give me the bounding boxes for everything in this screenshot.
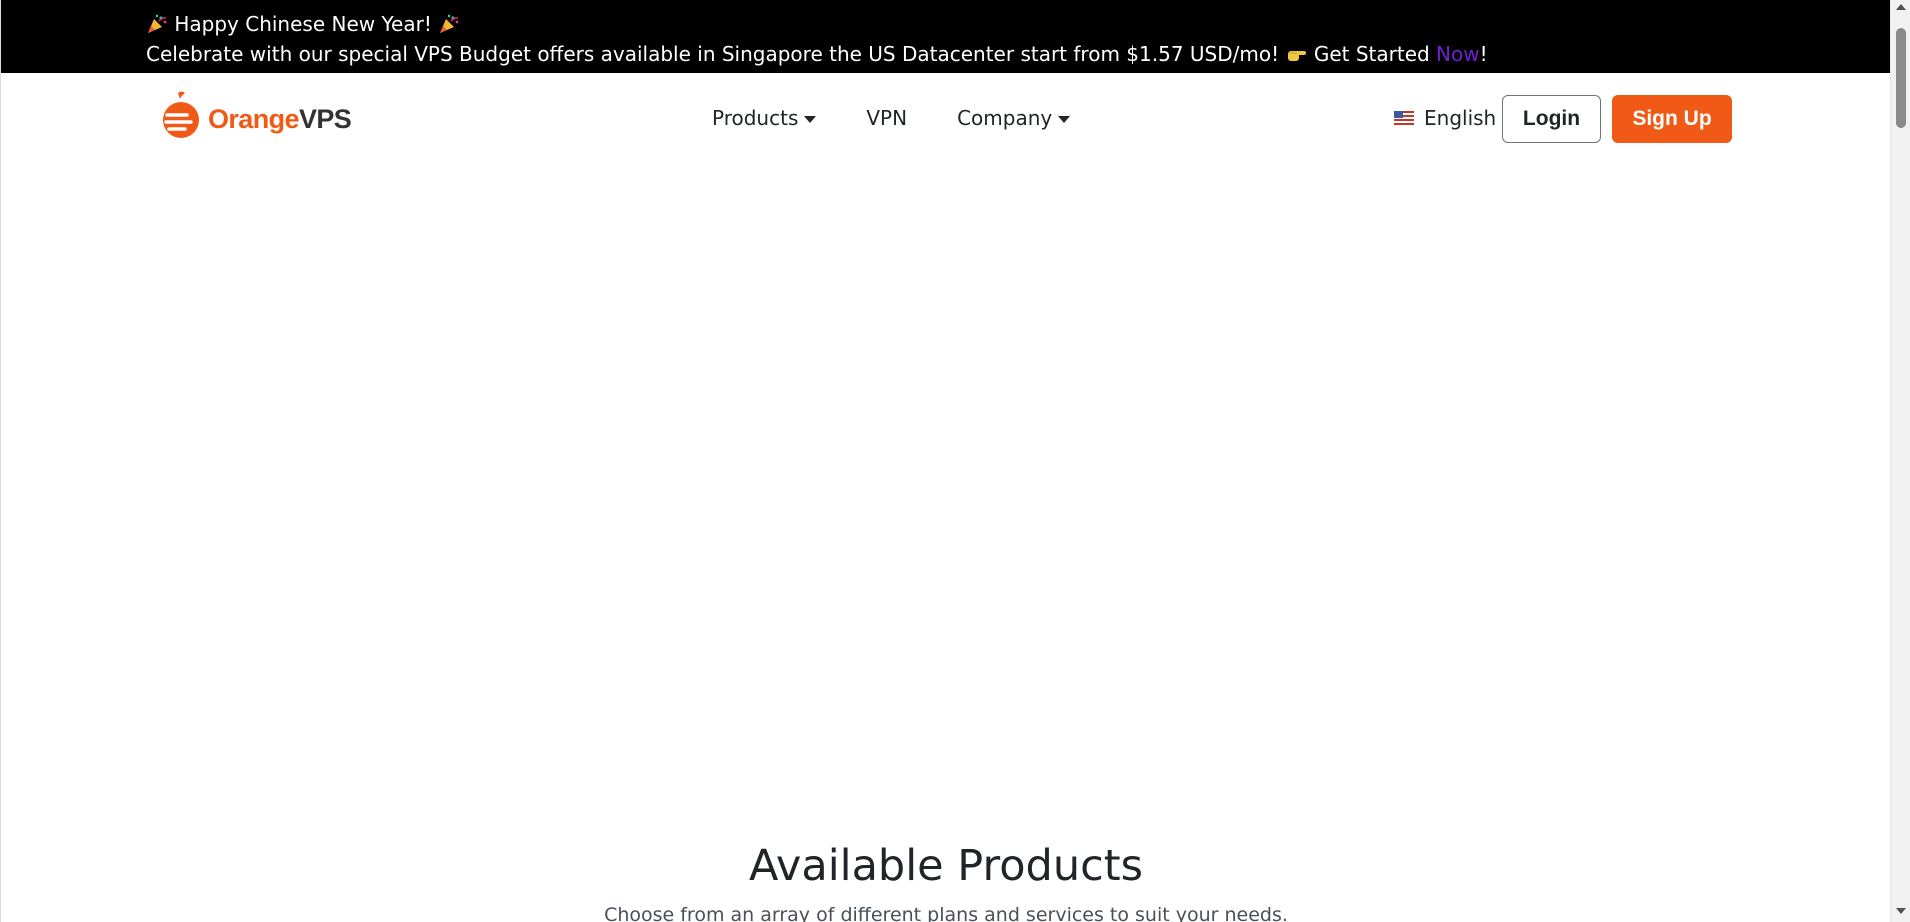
party-popper-icon [148, 14, 167, 33]
caret-down-icon [804, 115, 817, 123]
scrollbar-thumb[interactable] [1896, 28, 1906, 128]
page-scrollbar[interactable] [1890, 0, 1910, 922]
main-nav: Products VPN Company [712, 106, 1071, 130]
login-button[interactable]: Login [1502, 95, 1601, 143]
language-selector[interactable]: English [1394, 106, 1496, 130]
nav-vpn-label: VPN [866, 106, 908, 130]
page: Happy Chinese New Year! Celebrate with o… [0, 0, 1890, 922]
nav-item-company[interactable]: Company [957, 106, 1071, 130]
sign-up-button[interactable]: Sign Up [1612, 95, 1732, 143]
orangevps-logo[interactable]: OrangeVPS [161, 89, 352, 141]
get-started-now-link[interactable]: Now [1436, 42, 1480, 66]
language-label: English [1424, 106, 1497, 130]
get-started-text: Get Started [1313, 42, 1430, 66]
announcement-line-1: Happy Chinese New Year! [146, 9, 1488, 39]
logo-text-vps: VPS [298, 103, 352, 134]
logo-text-orange: Orange [208, 103, 300, 134]
announcement-heading: Happy Chinese New Year! [174, 12, 432, 36]
available-products-subtitle: Choose from an array of different plans … [604, 904, 1288, 922]
scroll-down-arrow-icon[interactable] [1896, 908, 1906, 914]
pointing-hand-icon [1288, 51, 1307, 61]
available-products-heading: Available Products [749, 841, 1143, 891]
announcement-bar: Happy Chinese New Year! Celebrate with o… [1, 0, 1890, 73]
nav-products-label: Products [712, 106, 799, 130]
announcement-line-2: Celebrate with our special VPS Budget of… [146, 39, 1488, 69]
us-flag-icon [1394, 111, 1414, 125]
site-header: OrangeVPS Products VPN Company English L… [1, 73, 1890, 167]
hero-area [1, 167, 1890, 827]
nav-company-label: Company [957, 106, 1053, 130]
announcement-offer-text: Celebrate with our special VPS Budget of… [146, 42, 1280, 66]
logo-wordmark: OrangeVPS [208, 103, 352, 135]
nav-item-products[interactable]: Products [712, 106, 817, 130]
announcement-suffix: ! [1479, 42, 1488, 66]
caret-down-icon [1058, 115, 1071, 123]
orange-logo-icon [163, 91, 199, 138]
nav-item-vpn[interactable]: VPN [866, 106, 907, 130]
scroll-up-arrow-icon[interactable] [1896, 4, 1906, 10]
party-popper-icon [440, 14, 459, 33]
